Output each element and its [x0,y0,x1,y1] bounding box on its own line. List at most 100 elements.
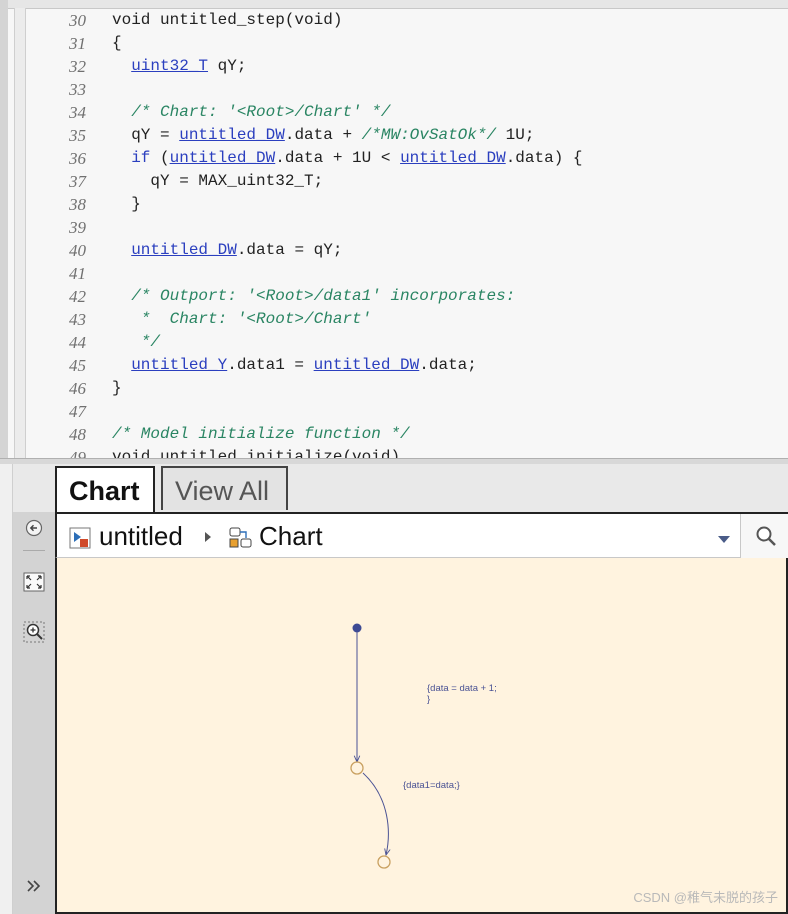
code-symbol-link[interactable]: untitled_Y [131,356,227,374]
breadcrumb-chart[interactable]: Chart [259,514,323,558]
simulink-model-icon [69,527,91,549]
line-number: 33 [69,80,86,99]
line-number: 48 [69,425,86,444]
code-text: void untitled_step(void) [112,9,342,32]
code-token: .data + [284,126,362,144]
watermark: CSDN @稚气未脱的孩子 [633,890,778,905]
code-keyword: if [131,149,151,167]
code-viewer-scroll-track[interactable] [14,8,26,458]
transition2-label[interactable]: {data1=data;} [403,780,460,791]
code-text: uint32_T qY; [112,55,246,78]
line-number: 34 [69,103,86,122]
junction-1[interactable] [350,761,364,775]
code-comment: /* Outport: '<Root>/data1' incorporates: [131,287,516,305]
code-symbol-link[interactable]: untitled_DW [179,126,285,144]
line-number: 49 [69,448,86,458]
stateflow-chart-icon [229,527,252,549]
code-token: qY; [208,57,247,75]
code-token: } [112,195,141,213]
code-symbol-link[interactable]: untitled_DW [400,149,506,167]
line-number: 47 [69,402,86,421]
code-text: } [112,377,122,400]
line-number: 44 [69,333,86,352]
code-text: * Chart: '<Root>/Chart' [112,308,371,331]
code-viewer[interactable]: 30 void untitled_step(void) 31 {32 uint32_T… [0,0,788,458]
line-number: 38 [69,195,86,214]
line-number: 35 [69,126,86,145]
search-icon [756,526,776,546]
line-number: 40 [69,241,86,260]
code-comment: /* Chart: '<Root>/Chart' */ [131,103,391,121]
line-number: 32 [69,57,86,76]
code-text: /* Chart: '<Root>/Chart' */ [112,101,390,124]
chart-canvas[interactable]: {data = data + 1; } {data1=data;} CSDN @… [55,558,788,914]
chart-diagram: {data = data + 1; } {data1=data;} [350,623,497,869]
line-number: 42 [69,287,86,306]
code-text: if (untitled_DW.data + 1U < untitled_DW.… [112,147,583,170]
line-number: 30 [69,11,86,30]
code-text: */ [112,331,160,354]
line-number: 31 [69,34,86,53]
line-number: 46 [69,379,86,398]
code-token: } [112,379,122,397]
line-number: 45 [69,356,86,375]
tab-view-all[interactable]: View All [161,466,288,510]
code-viewer-gutter-edge [0,0,8,458]
code-text: qY = untitled_DW.data + /*MW:OvSatOk*/ 1… [112,124,534,147]
stateflow-editor: Chart View All untitled Chart {data = da… [0,464,788,914]
junction-2[interactable] [377,855,391,869]
editor-left-edge [0,464,13,914]
zoom-in-icon[interactable] [22,620,46,644]
code-symbol-link[interactable]: untitled_DW [170,149,276,167]
code-text: } [112,193,141,216]
code-token: void untitled_step(void) [112,11,343,29]
back-arrow-icon[interactable] [22,516,46,540]
line-number: 41 [69,264,86,283]
expand-chevrons-icon[interactable] [22,874,46,898]
code-text: /* Model initialize function */ [112,423,410,446]
line-number: 37 [69,172,86,191]
transition-2[interactable] [362,772,388,855]
code-comment: * Chart: '<Root>/Chart' [112,310,372,328]
code-token: { [112,34,122,52]
fit-to-view-icon[interactable] [22,570,46,594]
code-token: .data = qY; [236,241,343,259]
code-token: qY = [112,126,180,144]
breadcrumb: untitled Chart [55,512,788,558]
code-token: void untitled_initialize(void) [112,448,401,458]
breadcrumb-separator-icon [203,530,215,544]
code-token: ( [150,149,170,167]
search-button[interactable] [740,514,788,558]
code-token: .data; [419,356,477,374]
chevron-down-icon[interactable] [717,532,731,550]
code-text: qY = MAX_uint32_T; [112,170,323,193]
code-viewer-top-edge [0,0,788,9]
line-number: 36 [69,149,86,168]
code-comment: /* Model initialize function */ [112,425,410,443]
code-token: .data + 1U < [275,149,401,167]
code-symbol-link[interactable]: uint32_T [131,57,208,75]
line-number: 39 [69,218,86,237]
code-symbol-link[interactable]: untitled_DW [131,241,237,259]
breadcrumb-model[interactable]: untitled [99,514,183,558]
code-symbol-link[interactable]: untitled_DW [314,356,420,374]
transition1-label[interactable]: {data = data + 1; [427,683,497,694]
editor-tabs: Chart View All [55,464,788,514]
code-comment: */ [112,333,161,351]
code-token: .data) { [505,149,583,167]
code-text: untitled_DW.data = qY; [112,239,342,262]
code-token: 1U; [496,126,535,144]
code-token: .data1 = [227,356,314,374]
tab-chart[interactable]: Chart [55,466,155,514]
default-transition-dot[interactable] [352,623,362,633]
object-palette [13,512,55,914]
code-text: void untitled_initialize(void) [112,446,400,458]
code-text: { [112,32,122,55]
code-text: /* Outport: '<Root>/data1' incorporates: [112,285,515,308]
transition1-label-close[interactable]: } [427,694,430,705]
